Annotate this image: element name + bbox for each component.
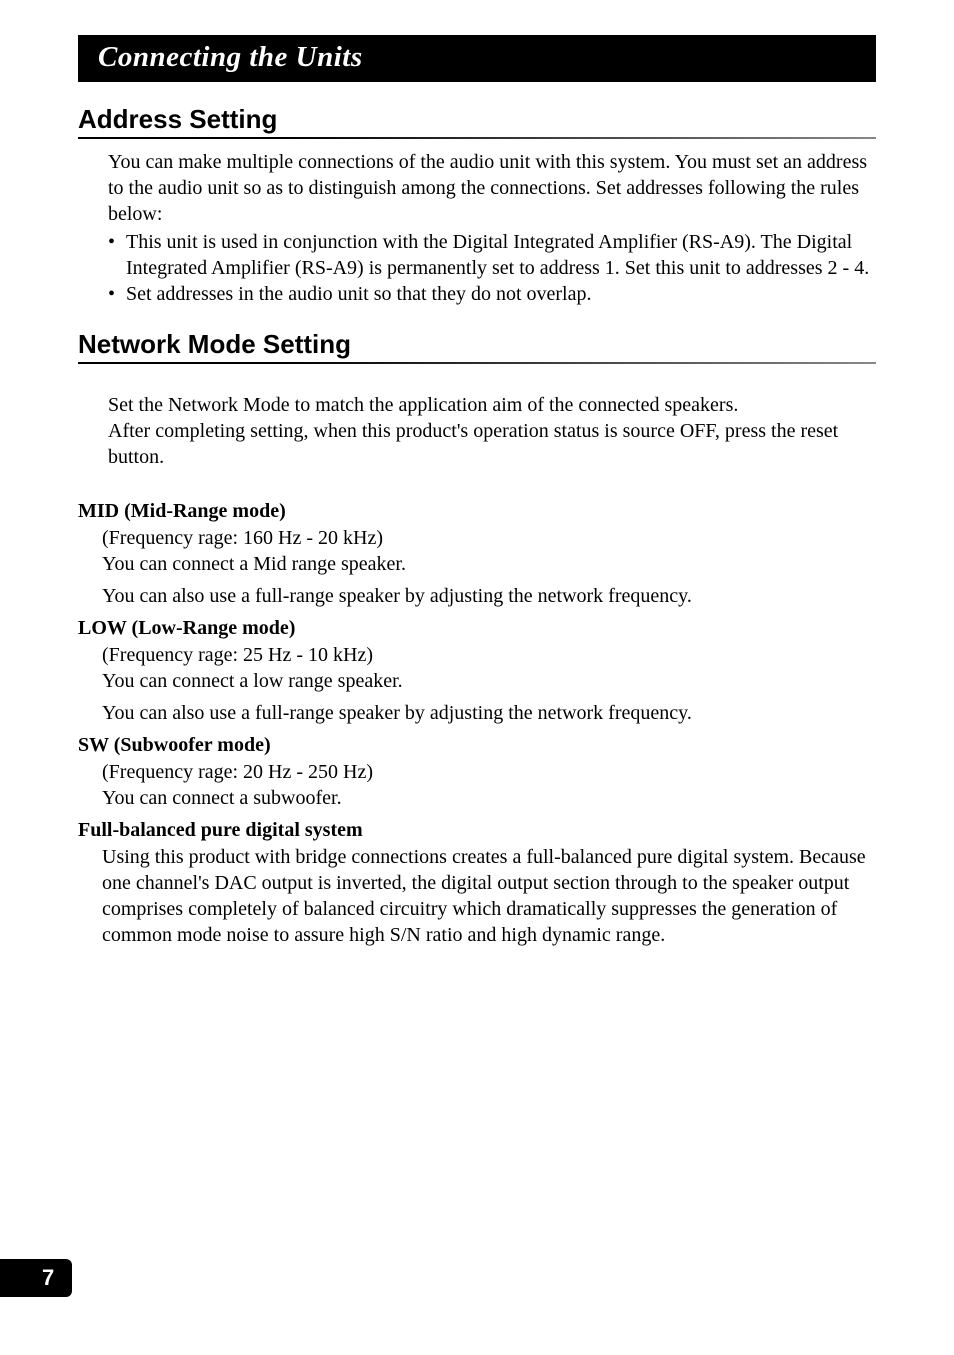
bullet-item: Set addresses in the audio unit so that … — [108, 281, 876, 307]
sub-body: Using this product with bridge connectio… — [78, 844, 876, 948]
page-number: 7 — [0, 1259, 72, 1297]
bullet-item: This unit is used in conjunction with th… — [108, 229, 876, 281]
sub-body: (Frequency rage: 160 Hz - 20 kHz) You ca… — [78, 525, 876, 609]
body-text: You can also use a full-range speaker by… — [102, 583, 876, 609]
section-address-setting: Address Setting You can make multiple co… — [78, 104, 876, 307]
body-text: (Frequency rage: 160 Hz - 20 kHz) You ca… — [102, 525, 876, 577]
subsection-mid: MID (Mid-Range mode) (Frequency rage: 16… — [78, 500, 876, 609]
body-text: You can also use a full-range speaker by… — [102, 700, 876, 726]
section-heading: Network Mode Setting — [78, 329, 876, 364]
sub-body: (Frequency rage: 20 Hz - 250 Hz) You can… — [78, 759, 876, 811]
body-text: Using this product with bridge connectio… — [102, 844, 876, 948]
section-network-mode: Network Mode Setting Set the Network Mod… — [78, 329, 876, 948]
subsection-low: LOW (Low-Range mode) (Frequency rage: 25… — [78, 617, 876, 726]
sub-body: (Frequency rage: 25 Hz - 10 kHz) You can… — [78, 642, 876, 726]
chapter-title: Connecting the Units — [78, 35, 876, 82]
body-text: (Frequency rage: 20 Hz - 250 Hz) You can… — [102, 759, 876, 811]
intro-text: Set the Network Mode to match the applic… — [108, 392, 876, 470]
section-body: You can make multiple connections of the… — [78, 149, 876, 307]
sub-heading: LOW (Low-Range mode) — [78, 617, 876, 640]
document-page: Connecting the Units Address Setting You… — [0, 0, 954, 948]
section-heading: Address Setting — [78, 104, 876, 139]
body-text: (Frequency rage: 25 Hz - 10 kHz) You can… — [102, 642, 876, 694]
intro-text: You can make multiple connections of the… — [108, 149, 876, 227]
sub-heading: MID (Mid-Range mode) — [78, 500, 876, 523]
section-body: Set the Network Mode to match the applic… — [78, 374, 876, 490]
sub-heading: Full-balanced pure digital system — [78, 819, 876, 842]
bullet-list: This unit is used in conjunction with th… — [108, 229, 876, 307]
sub-heading: SW (Subwoofer mode) — [78, 734, 876, 757]
subsection-full-balanced: Full-balanced pure digital system Using … — [78, 819, 876, 948]
subsection-sw: SW (Subwoofer mode) (Frequency rage: 20 … — [78, 734, 876, 811]
